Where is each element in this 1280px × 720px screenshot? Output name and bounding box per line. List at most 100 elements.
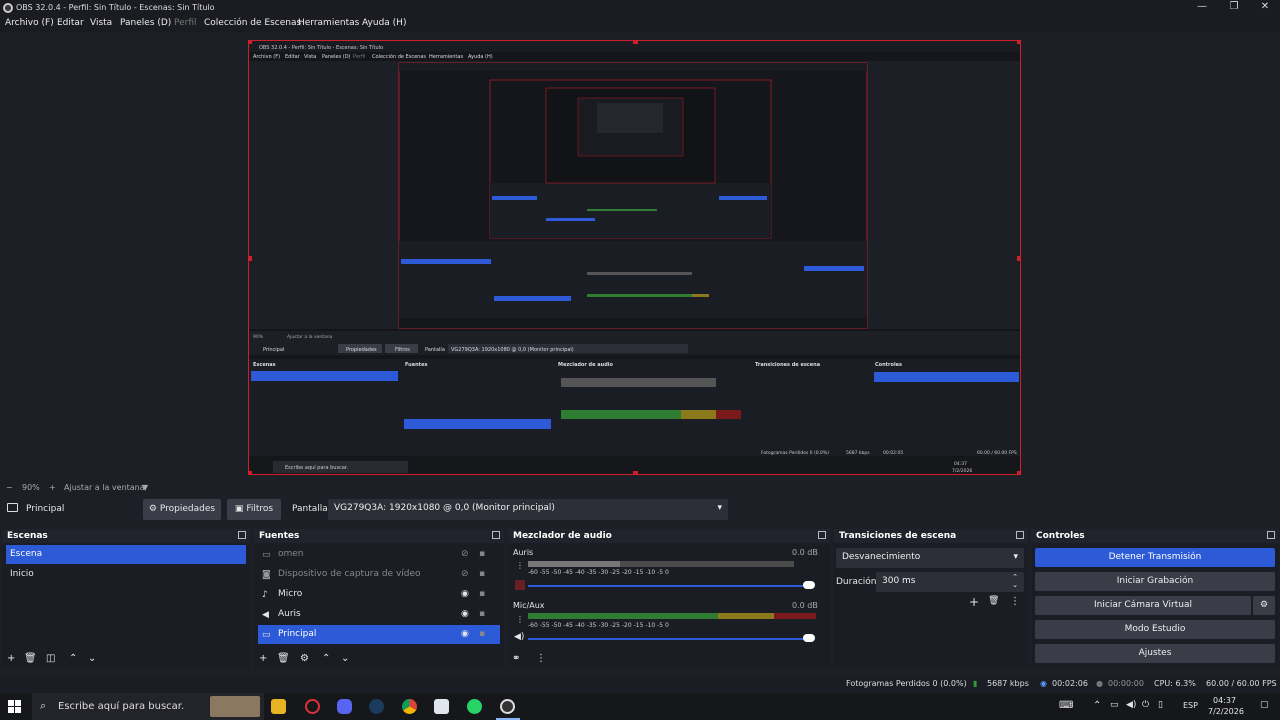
network-icon[interactable]: ▭ bbox=[1110, 700, 1119, 710]
taskbar-search[interactable]: ⌕ Escribe aquí para buscar. bbox=[32, 693, 264, 720]
resize-handle[interactable] bbox=[249, 41, 252, 44]
mute-icon[interactable] bbox=[515, 580, 525, 590]
chevron-up-icon[interactable]: ⌃ bbox=[1093, 700, 1101, 711]
menu-herramientas[interactable]: Herramientas bbox=[298, 18, 359, 28]
lock-icon[interactable]: ▪ bbox=[479, 569, 485, 579]
scene-item[interactable]: Inicio bbox=[6, 565, 246, 584]
transition-select[interactable]: Desvanecimiento ▾ bbox=[836, 548, 1024, 568]
clock-time[interactable]: 04:37 bbox=[1213, 696, 1236, 705]
filters-button[interactable]: ▣ Filtros bbox=[227, 499, 281, 520]
resize-handle[interactable] bbox=[1017, 41, 1020, 44]
chrome-icon[interactable] bbox=[402, 699, 417, 714]
display-capture-source[interactable]: OBS 32.0.4 - Perfil: Sin Título - Escena… bbox=[248, 40, 1021, 475]
chevron-down-icon[interactable]: ▼ bbox=[142, 483, 148, 492]
properties-button[interactable]: ⚙ Propiedades bbox=[143, 499, 221, 520]
dock-menu-icon[interactable] bbox=[1267, 531, 1275, 539]
filter-icon[interactable]: ◫ bbox=[46, 653, 55, 664]
lock-icon[interactable]: ▪ bbox=[479, 609, 485, 619]
speaker-icon[interactable]: ◀) bbox=[514, 632, 524, 642]
virtual-camera-settings-icon[interactable]: ⚙ bbox=[1253, 596, 1275, 615]
add-icon[interactable]: + bbox=[969, 595, 979, 609]
volume-slider-handle[interactable] bbox=[803, 581, 815, 589]
move-up-icon[interactable]: ⌃ bbox=[322, 653, 330, 664]
resize-handle[interactable] bbox=[633, 471, 638, 474]
menu-editar[interactable]: Editar bbox=[57, 18, 84, 28]
dock-menu-icon[interactable] bbox=[1016, 531, 1024, 539]
menu-vista[interactable]: Vista bbox=[90, 18, 112, 28]
power-icon[interactable]: ⏻ bbox=[1142, 700, 1149, 710]
notification-icon[interactable]: ▢ bbox=[1260, 700, 1269, 710]
eye-icon[interactable]: ◉ bbox=[461, 609, 469, 619]
eye-hidden-icon[interactable]: ⊘ bbox=[461, 549, 469, 559]
dock-menu-icon[interactable] bbox=[818, 531, 826, 539]
battery-icon[interactable]: ▯ bbox=[1158, 700, 1163, 710]
menu-perfil[interactable]: Perfil bbox=[174, 18, 197, 28]
display-select[interactable]: VG279Q3A: 1920x1080 @ 0,0 (Monitor princ… bbox=[328, 499, 728, 520]
volume-slider-handle[interactable] bbox=[803, 634, 815, 642]
dots-icon[interactable]: ⋮ bbox=[516, 615, 524, 624]
scene-item[interactable]: Escena bbox=[6, 545, 246, 564]
dots-icon[interactable]: ⋮ bbox=[536, 653, 546, 664]
start-virtual-camera-button[interactable]: Iniciar Cámara Virtual bbox=[1035, 596, 1251, 615]
clock-date[interactable]: 7/2/2026 bbox=[1208, 707, 1244, 716]
window-title: OBS 32.0.4 - Perfil: Sin Título - Escena… bbox=[16, 3, 215, 12]
close-button[interactable]: ✕ bbox=[1249, 0, 1280, 16]
add-icon[interactable]: + bbox=[7, 653, 15, 664]
zoom-in-button[interactable]: + bbox=[49, 483, 56, 492]
volume-slider[interactable] bbox=[528, 585, 814, 587]
lock-icon[interactable]: ▪ bbox=[479, 589, 485, 599]
settings-button[interactable]: Ajustes bbox=[1035, 644, 1275, 663]
language-indicator[interactable]: ESP bbox=[1183, 701, 1198, 710]
fit-to-window[interactable]: Ajustar a la ventana bbox=[64, 483, 145, 492]
spin-arrows-icon[interactable]: ⌃ ⌄ bbox=[1012, 573, 1018, 589]
file-explorer-icon[interactable] bbox=[271, 699, 286, 714]
menu-paneles[interactable]: Paneles (D) bbox=[120, 18, 171, 28]
windows-start-icon[interactable] bbox=[8, 700, 21, 713]
zoom-out-button[interactable]: − bbox=[6, 483, 13, 492]
store-icon[interactable] bbox=[434, 699, 449, 714]
resize-handle[interactable] bbox=[1017, 471, 1020, 474]
gear-icon[interactable]: ⚙ bbox=[300, 653, 309, 664]
link-icon[interactable]: ⚭ bbox=[512, 653, 520, 664]
duration-spinbox[interactable]: 300 ms ⌃ ⌄ bbox=[876, 572, 1024, 592]
resize-handle[interactable] bbox=[1017, 256, 1020, 261]
lock-icon[interactable]: ▪ bbox=[479, 549, 485, 559]
keyboard-icon[interactable]: ⌨ bbox=[1059, 700, 1073, 711]
lock-icon[interactable]: ▪ bbox=[479, 629, 485, 639]
studio-mode-button[interactable]: Modo Estudio bbox=[1035, 620, 1275, 639]
dots-icon[interactable]: ⋮ bbox=[516, 561, 524, 570]
menu-ayuda[interactable]: Ayuda (H) bbox=[362, 18, 406, 28]
resize-handle[interactable] bbox=[249, 256, 252, 261]
volume-icon[interactable]: ◀) bbox=[1126, 700, 1136, 710]
menu-coleccion[interactable]: Colección de Escenas bbox=[204, 18, 301, 28]
channel-db: 0.0 dB bbox=[792, 601, 818, 610]
opera-icon[interactable] bbox=[305, 699, 320, 714]
dock-menu-icon[interactable] bbox=[238, 531, 246, 539]
volume-slider[interactable] bbox=[528, 638, 814, 640]
trash-icon[interactable]: 🗑 bbox=[277, 653, 290, 664]
trash-icon[interactable]: 🗑 bbox=[24, 653, 37, 664]
steam-icon[interactable] bbox=[369, 699, 384, 714]
move-down-icon[interactable]: ⌄ bbox=[341, 653, 349, 664]
maximize-button[interactable]: ❐ bbox=[1218, 0, 1250, 16]
dock-menu-icon[interactable] bbox=[492, 531, 500, 539]
eye-icon[interactable]: ◉ bbox=[461, 589, 469, 599]
minimize-button[interactable]: — bbox=[1186, 0, 1218, 16]
add-icon[interactable]: + bbox=[259, 653, 267, 664]
discord-icon[interactable] bbox=[337, 699, 352, 714]
obs-taskbar-icon[interactable] bbox=[500, 699, 515, 714]
move-up-icon[interactable]: ⌃ bbox=[69, 653, 77, 664]
resize-handle[interactable] bbox=[249, 471, 252, 474]
resize-handle[interactable] bbox=[633, 41, 638, 44]
trash-icon[interactable]: 🗑 bbox=[988, 596, 999, 606]
stop-streaming-button[interactable]: Detener Transmisión bbox=[1035, 548, 1275, 567]
eye-hidden-icon[interactable]: ⊘ bbox=[461, 569, 469, 579]
eye-icon[interactable]: ◉ bbox=[461, 629, 469, 639]
whatsapp-icon[interactable] bbox=[467, 699, 482, 714]
dots-icon[interactable]: ⋮ bbox=[1010, 596, 1020, 607]
mixer-title: Mezclador de audio bbox=[513, 531, 612, 541]
start-recording-button[interactable]: Iniciar Grabación bbox=[1035, 572, 1275, 591]
selected-source-name: Principal bbox=[26, 504, 65, 514]
menu-archivo[interactable]: Archivo (F) bbox=[5, 18, 54, 28]
move-down-icon[interactable]: ⌄ bbox=[88, 653, 96, 664]
